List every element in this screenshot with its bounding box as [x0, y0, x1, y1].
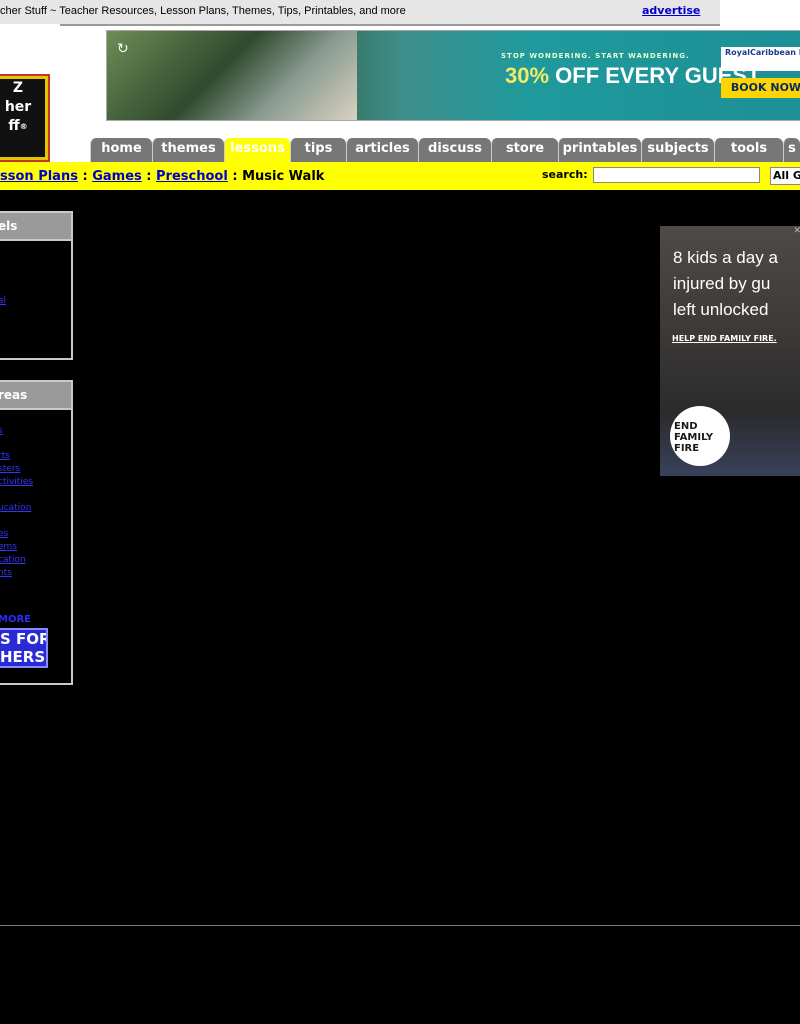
- sidebar-link[interactable]: es: [0, 529, 8, 539]
- main-nav: home themes lessons tips articles discus…: [90, 138, 800, 162]
- side-ad[interactable]: ✕ 8 kids a day a injured by gu left unlo…: [660, 226, 800, 476]
- tab-more[interactable]: s: [783, 138, 800, 162]
- top-bar: cher Stuff ~ Teacher Resources, Lesson P…: [0, 0, 720, 26]
- tab-tips[interactable]: tips: [290, 138, 346, 162]
- breadcrumb-games[interactable]: Games: [92, 169, 142, 184]
- footer-area: [0, 926, 800, 1024]
- logo-line: Z: [12, 80, 24, 96]
- tab-themes[interactable]: themes: [152, 138, 224, 162]
- sidebar-subject-areas: reas s rts sters ctivities ucation es em…: [0, 380, 73, 685]
- breadcrumb-preschool[interactable]: Preschool: [156, 169, 228, 184]
- sidebar-link[interactable]: rts: [0, 451, 10, 461]
- sidebar-link[interactable]: ctivities: [0, 477, 33, 487]
- sidebar-link[interactable]: ems: [0, 542, 17, 552]
- replay-icon[interactable]: ↻: [117, 41, 129, 57]
- site-tagline: cher Stuff ~ Teacher Resources, Lesson P…: [0, 5, 406, 17]
- books-for-teachers-badge[interactable]: S FOR HERS: [0, 628, 48, 668]
- sidebar-more-link[interactable]: MORE: [0, 614, 31, 625]
- tab-subjects[interactable]: subjects: [641, 138, 714, 162]
- sidebar-box-title: els: [0, 213, 71, 241]
- breadcrumb-bar: sson Plans : Games : Preschool : Music W…: [0, 162, 800, 190]
- sidebar-link[interactable]: ucation: [0, 503, 31, 513]
- sidebar-box-title: reas: [0, 382, 71, 410]
- banner-ad[interactable]: ↻ STOP WONDERING. START WANDERING. 30% O…: [106, 30, 800, 121]
- sidebar-link[interactable]: al: [0, 296, 6, 306]
- search-scope-select[interactable]: All G: [770, 167, 800, 185]
- search-input[interactable]: [593, 167, 760, 183]
- ad-headline-line: injured by gu: [673, 274, 771, 293]
- ad-headline-line: left unlocked: [673, 300, 769, 319]
- advertise-link[interactable]: advertise: [642, 4, 700, 17]
- logo-line: her: [4, 99, 32, 115]
- tab-discuss[interactable]: discuss: [418, 138, 491, 162]
- cruise-brand-logo: RoyalCaribbean INTERNATIONAL: [721, 47, 800, 71]
- search-label: search:: [542, 168, 588, 181]
- tab-printables[interactable]: printables: [558, 138, 641, 162]
- sidebar-grade-levels: els al: [0, 211, 73, 360]
- logo-area: Z her ff®: [0, 24, 60, 162]
- end-family-fire-logo: END FAMILY FIRE: [670, 406, 730, 466]
- ad-headline-line: 8 kids a day a: [673, 248, 778, 267]
- sidebar-link[interactable]: nts: [0, 568, 12, 578]
- ad-photo: [107, 31, 357, 120]
- tab-home[interactable]: home: [90, 138, 152, 162]
- breadcrumb-current: Music Walk: [242, 169, 325, 184]
- close-icon[interactable]: ✕: [793, 226, 800, 236]
- tab-tools[interactable]: tools: [714, 138, 783, 162]
- tab-store[interactable]: store: [491, 138, 558, 162]
- tab-articles[interactable]: articles: [346, 138, 418, 162]
- breadcrumb-lesson-plans[interactable]: sson Plans: [0, 169, 78, 184]
- logo-line: ff®: [8, 118, 28, 134]
- sidebar-link[interactable]: s: [0, 426, 3, 436]
- ad-help-link[interactable]: HELP END FAMILY FIRE.: [672, 334, 777, 343]
- sidebar-link[interactable]: sters: [0, 464, 20, 474]
- breadcrumb: sson Plans : Games : Preschool : Music W…: [0, 169, 325, 184]
- tab-lessons[interactable]: lessons: [224, 138, 290, 162]
- ad-tagline: STOP WONDERING. START WANDERING.: [501, 52, 690, 60]
- sidebar-link[interactable]: cation: [0, 555, 26, 565]
- site-logo[interactable]: Z her ff®: [0, 74, 50, 162]
- book-now-button[interactable]: BOOK NOW: [721, 78, 800, 98]
